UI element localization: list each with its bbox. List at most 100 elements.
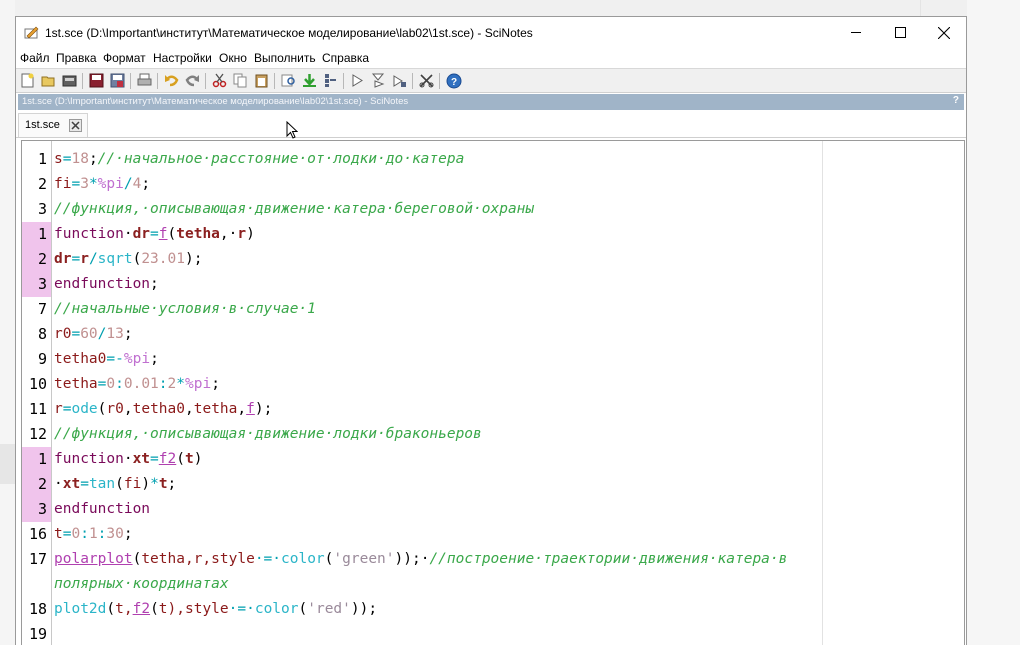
open-icon[interactable] xyxy=(40,72,57,89)
code-token: sqrt xyxy=(97,251,133,267)
undo-icon[interactable] xyxy=(163,72,180,89)
code-token: = xyxy=(80,476,89,492)
code-token: ( xyxy=(106,601,116,617)
toolbar: ? xyxy=(16,68,966,93)
code-line[interactable]: 3 endfunction xyxy=(22,497,964,522)
code-line[interactable]: 17 polarplot(tetha,r,style·=·color('green… xyxy=(22,547,964,572)
mouse-cursor xyxy=(286,120,299,144)
code-line[interactable]: 16 t=0:1:30; xyxy=(22,522,964,547)
code-line[interactable]: полярных·координатах xyxy=(22,572,964,597)
tab-1st-sce[interactable]: 1st.sce xyxy=(18,113,88,137)
title-bar[interactable]: 1st.sce (D:\Important\институт\Математич… xyxy=(16,17,966,48)
help-marker[interactable]: ? xyxy=(953,95,959,106)
save-icon[interactable] xyxy=(88,72,105,89)
code-token: f2 xyxy=(158,451,177,467)
code-token: //функция,·описывающая·движение·лодки·бр… xyxy=(54,426,482,442)
code-token: plot2d xyxy=(54,601,107,617)
code-line[interactable]: 12 //функция,·описывающая·движение·лодки·… xyxy=(22,422,964,447)
code-text: s=18;//·начальное·расстояние·от·лодки·до… xyxy=(54,147,464,172)
line-number: 16 xyxy=(28,525,47,543)
code-token: //функция,·описывающая·движение·катера·б… xyxy=(54,201,535,217)
code-token: ( xyxy=(132,551,142,567)
paste-icon[interactable] xyxy=(253,72,270,89)
code-line[interactable]: 1 function·dr=f(tetha,·r) xyxy=(22,222,964,247)
minimize-button[interactable] xyxy=(834,17,878,48)
code-token: //начальные·условия·в·случае·1 xyxy=(54,301,316,317)
code-token: tetha xyxy=(54,376,98,392)
line-number: 2 xyxy=(22,472,51,497)
code-line[interactable]: 9 tetha0=-%pi; xyxy=(22,347,964,372)
code-token: fi xyxy=(54,176,72,192)
code-line[interactable]: 7 //начальные·условия·в·случае·1 xyxy=(22,297,964,322)
code-line[interactable]: 2 fi=3*%pi/4; xyxy=(22,172,964,197)
code-token: f xyxy=(246,401,255,417)
code-token: f xyxy=(158,226,168,242)
code-token: , xyxy=(123,401,133,417)
execute-icon[interactable] xyxy=(349,72,366,89)
code-line[interactable]: 19 xyxy=(22,622,964,645)
execute-until-cursor-icon[interactable] xyxy=(370,72,387,89)
code-token: tetha0 xyxy=(132,401,185,417)
find-replace-icon[interactable] xyxy=(280,72,297,89)
menu-edit[interactable]: Правка xyxy=(56,51,97,65)
menu-settings[interactable]: Настройки xyxy=(153,51,212,65)
code-line[interactable]: 11 r=ode(r0,tetha0,tetha,f); xyxy=(22,397,964,422)
code-line[interactable]: 3 endfunction; xyxy=(22,272,964,297)
code-token: %pi xyxy=(123,351,151,367)
maximize-button[interactable] xyxy=(878,17,922,48)
cut-icon[interactable] xyxy=(211,72,228,89)
code-token: = xyxy=(71,326,81,342)
menu-help[interactable]: Справка xyxy=(322,51,369,65)
execute-selection-icon[interactable] xyxy=(391,72,408,89)
line-number: 10 xyxy=(28,375,47,393)
code-line[interactable]: 1 s=18;//·начальное·расстояние·от·лодки·д… xyxy=(22,147,964,172)
code-text: r0=60/13; xyxy=(54,322,133,347)
code-text: tetha=0:0.01:2*%pi; xyxy=(54,372,220,397)
scissors-tools-icon[interactable] xyxy=(418,72,435,89)
code-line[interactable]: 10 tetha=0:0.01:2*%pi; xyxy=(22,372,964,397)
close-window-button[interactable] xyxy=(922,17,966,48)
print-icon[interactable] xyxy=(136,72,153,89)
desktop-background-right xyxy=(920,0,1020,645)
menu-execute[interactable]: Выполнить xyxy=(254,51,316,65)
code-line[interactable]: 2 ·xt=tan(fi)*t; xyxy=(22,472,964,497)
line-number: 12 xyxy=(28,425,47,443)
code-token: 3 xyxy=(80,176,89,192)
code-line[interactable]: 2 dr=r/sqrt(23.01); xyxy=(22,247,964,272)
menu-file[interactable]: Файл xyxy=(20,51,50,65)
save-as-icon[interactable] xyxy=(109,72,126,89)
code-line[interactable]: 18 plot2d(t,f2(t),style·=·color('red')); xyxy=(22,597,964,622)
open-folder-icon[interactable] xyxy=(61,72,78,89)
code-token: ,· xyxy=(219,226,238,242)
code-text: tetha0=-%pi; xyxy=(54,347,159,372)
code-token: ( xyxy=(298,601,308,617)
code-line[interactable]: 3 //функция,·описывающая·движение·катера·… xyxy=(22,197,964,222)
redo-icon[interactable] xyxy=(184,72,201,89)
code-token: ); xyxy=(254,401,273,417)
line-number: 2 xyxy=(22,247,51,272)
tab-close-icon[interactable] xyxy=(69,119,82,132)
code-token: полярных·координатах xyxy=(54,576,229,592)
code-text: dr=r/sqrt(23.01); xyxy=(54,247,202,272)
code-token: ( xyxy=(176,451,185,467)
line-number: 18 xyxy=(28,600,47,618)
code-token: = xyxy=(150,451,159,467)
menu-window[interactable]: Окно xyxy=(219,51,247,65)
code-editor[interactable]: 1 s=18;//·начальное·расстояние·от·лодки·д… xyxy=(21,140,965,645)
new-file-icon[interactable] xyxy=(19,72,36,89)
code-token: ; xyxy=(88,151,98,167)
load-into-scilab-icon[interactable] xyxy=(301,72,318,89)
copy-icon[interactable] xyxy=(232,72,249,89)
code-line[interactable]: 1 function·xt=f2(t) xyxy=(22,447,964,472)
help-icon[interactable]: ? xyxy=(445,72,462,89)
document-path: 1st.sce (D:\Important\институт\Математич… xyxy=(22,96,409,107)
minimize-icon xyxy=(850,32,861,33)
code-text: function·dr=f(tetha,·r) xyxy=(54,222,255,247)
line-number: 3 xyxy=(37,200,47,218)
save-and-execute-icon[interactable] xyxy=(322,72,339,89)
code-token: t xyxy=(158,476,168,492)
code-token: = xyxy=(150,226,159,242)
menu-format[interactable]: Формат xyxy=(103,51,146,65)
code-token: ; xyxy=(211,376,220,392)
code-line[interactable]: 8 r0=60/13; xyxy=(22,322,964,347)
